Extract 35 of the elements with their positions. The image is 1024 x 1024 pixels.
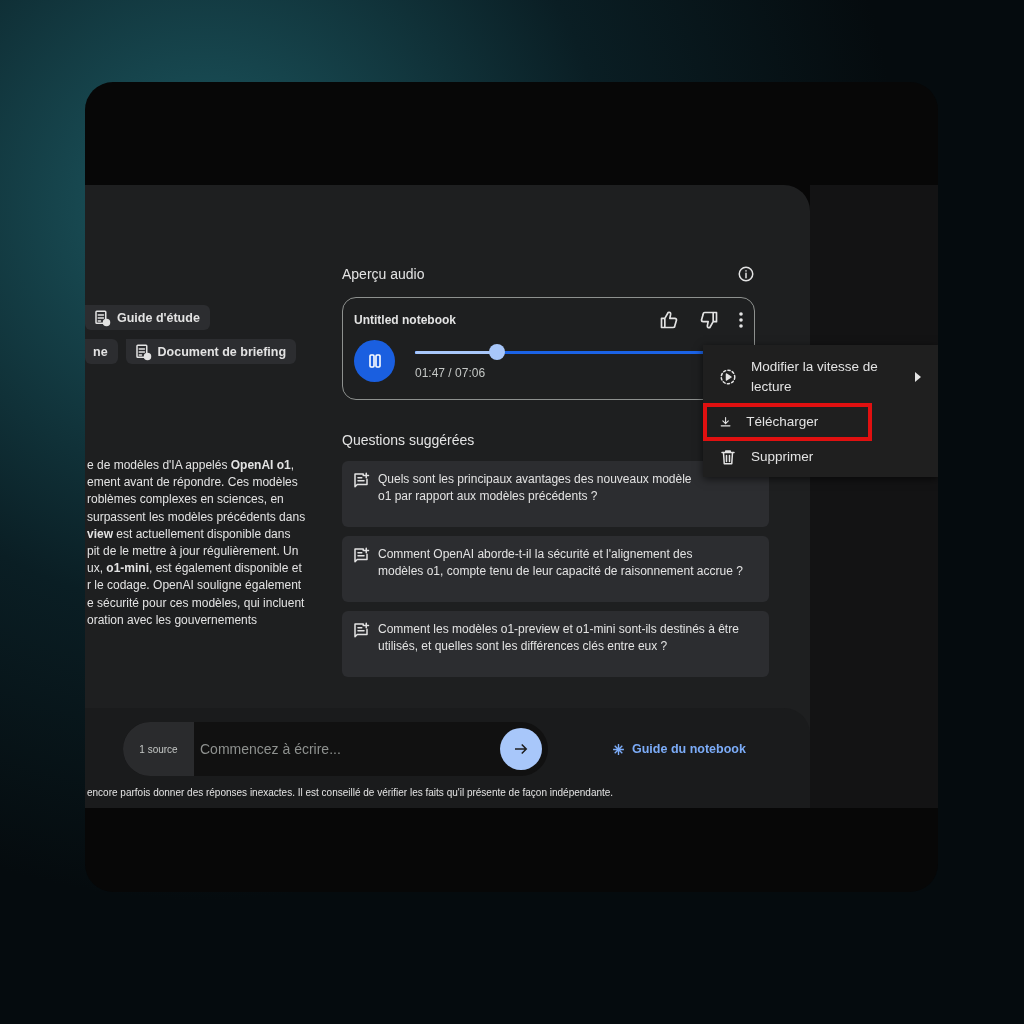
pause-icon — [367, 354, 382, 368]
pause-button[interactable] — [354, 340, 395, 382]
send-button[interactable] — [500, 728, 542, 770]
more-options-icon[interactable] — [739, 312, 743, 328]
study-guide-chip[interactable]: Guide d'étude — [85, 305, 210, 330]
document-add-icon — [93, 308, 111, 327]
notebook-title: Untitled notebook — [354, 313, 456, 327]
trash-icon — [719, 448, 737, 466]
note-chip[interactable]: ne — [85, 339, 118, 364]
sparkle-icon — [612, 742, 625, 756]
note-chip[interactable]: Document de briefing — [125, 339, 297, 364]
chat-sparkle-icon — [352, 621, 370, 639]
menu-item[interactable]: Modifier la vitesse de lecture — [703, 351, 938, 403]
thumbs-down-icon — [699, 310, 719, 330]
chat-input-bar[interactable]: 1 source Commencez à écrire... — [123, 722, 548, 776]
disclaimer-text: encore parfois donner des réponses inexactes. Il est conseillé de vérifier les faits qu'il présente de façon indépendante. — [86, 786, 615, 798]
info-icon — [737, 265, 755, 283]
document-add-icon — [133, 342, 152, 361]
playback-time: 01:47 / 07:06 — [415, 366, 486, 380]
playback-speed-icon — [719, 368, 737, 386]
thumbs-up-icon — [659, 310, 679, 330]
submenu-caret-icon — [915, 372, 921, 382]
chat-input[interactable]: Commencez à écrire... — [194, 741, 500, 757]
suggested-question[interactable]: Quels sont les principaux avantages des nouveaux modèle o1 par rapport aux modèles précédents ? — [342, 461, 769, 527]
chat-sparkle-icon — [352, 546, 370, 564]
section-heading: Questions suggérées — [342, 432, 476, 448]
progress-handle[interactable] — [489, 344, 505, 360]
suggested-question[interactable]: Comment OpenAI aborde-t-il la sécurité et l'alignement des modèles o1, compte tenu de leur capacité de raisonnement accrue ? — [342, 536, 769, 602]
chat-sparkle-icon — [352, 471, 370, 489]
source-count[interactable]: 1 source — [123, 722, 194, 776]
notebook-guide-link[interactable]: Guide du notebook — [612, 742, 746, 756]
section-heading: Aperçu audio — [342, 266, 425, 282]
summary-paragraph: e de modèles d'IA appelés OpenAI o1, ement avant de répondre. Ces modèles roblèmes complexes en sciences, en surpassent les modèles précédents dans view est actuellement disponible dans pit de le mettre à jour régulièrement. Un ux, o1-mini, est également disponible et r le codage. OpenAI souligne également e sécurité pour ces modèles, qui incluent oration avec les gouvernements — [87, 457, 307, 629]
menu-item[interactable]: Télécharger — [703, 403, 872, 441]
suggested-question[interactable]: Comment les modèles o1-preview et o1-mini sont-ils destinés à être utilisés, et quelles sont les différences clés entre eux ? — [342, 611, 769, 677]
